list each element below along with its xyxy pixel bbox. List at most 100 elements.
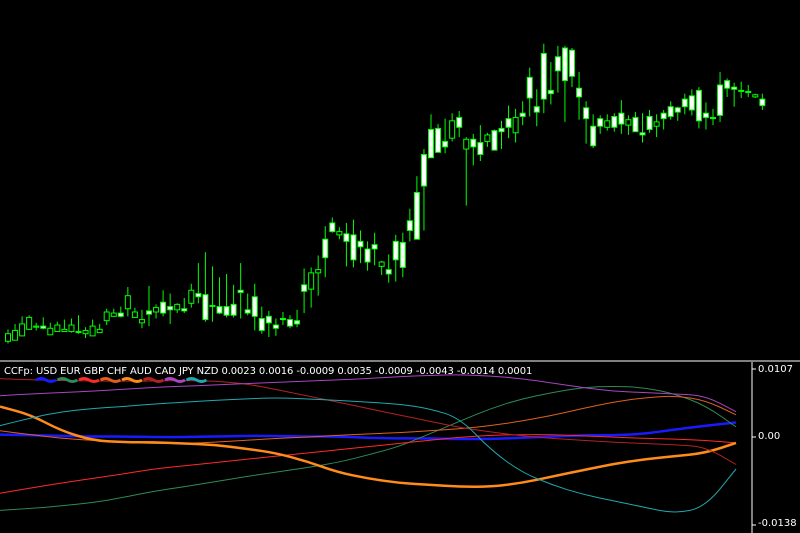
candle-body [632,117,639,133]
candle-body [357,240,364,248]
legend-value-cad: -0.0043 [412,366,454,377]
candle-body [449,120,456,139]
candle-body [287,319,293,327]
legend-value-chf: 0.0035 [334,366,372,377]
candle-body [195,293,202,298]
legend-currency-cad: CAD [151,366,176,377]
candle-body [702,112,709,119]
candle-body [61,328,68,333]
candle-body [392,240,399,261]
candle-body [611,115,618,128]
candle-body [336,231,343,236]
candle-body [547,89,554,95]
legend-marker-eur [56,377,79,383]
candle-body [12,329,19,341]
candle-body [40,325,47,329]
candle-body [223,306,230,316]
candle-body [279,318,286,321]
legend-value-usd: 0.0023 [218,366,256,377]
candle-body [54,324,61,333]
candle-body [604,120,611,128]
candle-body [244,309,251,314]
candle-body [688,95,695,111]
candle-body [484,134,491,142]
candle-body [519,112,526,117]
candle-body [378,261,385,267]
candle-body [428,129,434,159]
candle-body [160,301,167,314]
candle-body [583,107,590,120]
candle-body [47,327,54,336]
candle-body [681,98,688,108]
series-line-gbp [0,434,737,494]
candle-body [561,47,568,82]
axis-label-mid: 0.00 [758,431,781,442]
candle-body [202,294,209,321]
candle-body [322,238,329,259]
candle-body [251,296,258,317]
candle-body [350,234,357,261]
candle-body [209,304,216,307]
candle-body [435,127,442,153]
candle-body [167,306,174,311]
candle-body [618,112,625,125]
legend-value-nzd: 0.0001 [494,366,533,377]
candle-body [498,127,505,133]
candle-body [724,80,731,89]
candle-body [188,289,195,304]
candle-body [89,325,96,337]
candle-body [385,269,392,275]
axis-label-bottom: -0.0138 [758,518,797,529]
candle-body [96,328,103,334]
candle-body [308,272,315,290]
candle-body [456,117,463,128]
candle-body [470,138,477,148]
candle-body [406,220,413,232]
candle-body [745,90,752,94]
candle-body [153,307,160,313]
candle-body [146,310,152,315]
indicator-axis-ticks [751,362,756,533]
price-candles [5,43,766,344]
candle-body [110,312,117,317]
candle-body [512,117,519,134]
candle-body [491,130,498,151]
indicator-lines [0,374,737,513]
chart-area [0,43,800,533]
candle-body [19,323,26,337]
candle-body [752,94,759,98]
candle-body [138,319,145,324]
legend-currency-jpy: JPY [175,366,194,377]
legend-currency-eur: EUR [57,366,81,377]
legend-currency-chf: CHF [103,366,127,377]
candle-body [442,140,449,148]
candle-body [639,132,646,136]
candle-body [554,56,561,72]
candle-body [590,125,597,147]
series-line-eur [0,386,737,511]
legend-currency-nzd: NZD [193,366,219,377]
candle-body [413,192,420,240]
candle-body [364,248,371,263]
candle-body [117,312,124,317]
candle-body [526,76,533,99]
candle-body [463,138,470,150]
indicator-name: CCFp: [4,366,33,377]
candle-body [646,115,653,130]
candle-body [420,153,427,187]
candle-body [533,106,540,113]
legend-marker-usd [35,377,57,383]
legend-value-eur: 0.0016 [255,366,294,377]
legend-currency-usd: USD [32,366,58,377]
candle-body [759,98,766,107]
legend-currency-aud: AUD [126,366,152,377]
candle-body [371,244,378,250]
legend-value-jpy: -0.0014 [453,366,495,377]
candle-body [237,289,244,293]
candle-body [477,142,484,155]
candle-body [731,86,738,90]
candle-body [33,325,40,328]
axis-label-top: 0.0107 [758,364,793,375]
candle-body [103,311,110,322]
candle-body [26,316,33,330]
